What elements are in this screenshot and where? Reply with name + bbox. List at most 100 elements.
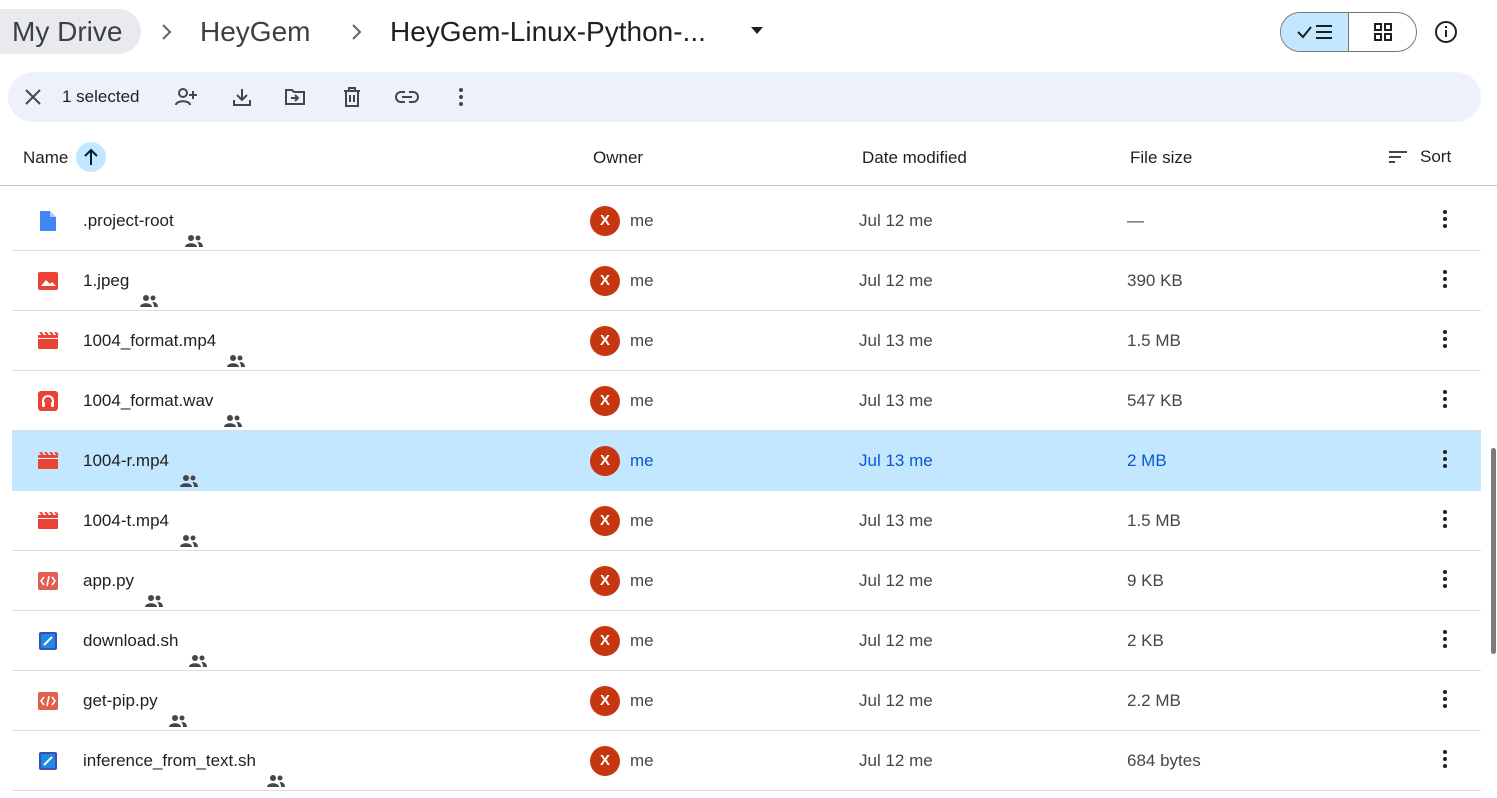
file-row[interactable]: inference_from_text.sh Xme Jul 12 me 684 by… (12, 731, 1481, 791)
file-row[interactable]: .project-root Xme Jul 12 me — (12, 191, 1481, 251)
file-row[interactable]: app.py Xme Jul 12 me 9 KB (12, 551, 1481, 611)
shared-icon (179, 453, 199, 487)
owner-avatar[interactable]: X (590, 566, 620, 596)
more-actions-button[interactable] (1433, 449, 1457, 473)
copy-link-button[interactable] (395, 85, 419, 109)
date-modified: Jul 12 me (859, 211, 933, 230)
sort-label: Sort (1420, 147, 1452, 166)
breadcrumb-heygem[interactable]: HeyGem (200, 9, 310, 54)
owner-avatar[interactable]: X (590, 446, 620, 476)
more-actions-button[interactable] (449, 85, 473, 109)
more-actions-button[interactable] (1433, 269, 1457, 293)
more-actions-button[interactable] (1433, 689, 1457, 713)
more-actions-button[interactable] (1433, 389, 1457, 413)
file-size: — (1127, 211, 1144, 230)
shared-icon (139, 273, 159, 307)
column-name[interactable]: Name (23, 130, 68, 186)
date-modified: Jul 12 me (859, 271, 933, 290)
move-button[interactable] (283, 85, 307, 109)
file-name: 1004-r.mp4 (83, 431, 199, 491)
video-icon (37, 450, 59, 472)
owner-avatar[interactable]: X (590, 266, 620, 296)
file-size: 1.5 MB (1127, 511, 1181, 530)
more-actions-button[interactable] (1433, 569, 1457, 593)
owner-avatar[interactable]: X (590, 686, 620, 716)
shared-icon (226, 333, 246, 367)
date-modified: Jul 13 me (859, 391, 933, 410)
dropdown-caret-icon[interactable] (751, 27, 763, 34)
column-header: Name Owner Date modified File size (0, 130, 1497, 186)
video-icon (37, 510, 59, 532)
file-list: .project-root Xme Jul 12 me — 1.jpeg Xme Jul 1… (12, 191, 1481, 791)
owner-label: me (630, 331, 654, 350)
file-size: 2.2 MB (1127, 691, 1181, 710)
file-size: 1.5 MB (1127, 331, 1181, 350)
date-modified: Jul 12 me (859, 631, 933, 650)
move-to-folder-icon (285, 89, 305, 105)
owner-label: me (630, 391, 654, 410)
delete-button[interactable] (340, 85, 364, 109)
download-icon (233, 89, 251, 106)
owner-avatar[interactable]: X (590, 506, 620, 536)
more-vert-icon (1442, 689, 1448, 714)
date-modified: Jul 12 me (859, 751, 933, 770)
more-actions-button[interactable] (1433, 209, 1457, 233)
file-size: 684 bytes (1127, 751, 1201, 770)
more-actions-button[interactable] (1433, 629, 1457, 653)
file-row[interactable]: download.sh Xme Jul 12 me 2 KB (12, 611, 1481, 671)
date-modified: Jul 12 me (859, 571, 933, 590)
owner-label: me (630, 691, 654, 710)
breadcrumb-current-folder[interactable]: HeyGem-Linux-Python-... (390, 9, 706, 54)
script-icon (37, 750, 59, 772)
file-name-text: 1.jpeg (83, 271, 130, 290)
owner-avatar[interactable]: X (590, 626, 620, 656)
share-button[interactable] (174, 85, 198, 109)
shared-icon (179, 513, 199, 547)
file-name: 1004_format.mp4 (83, 311, 246, 371)
breadcrumb-my-drive[interactable]: My Drive (0, 9, 142, 54)
file-row[interactable]: 1004-r.mp4 Xme Jul 13 me 2 MB (12, 431, 1481, 491)
file-row[interactable]: 1004_format.mp4 Xme Jul 13 me 1.5 MB (12, 311, 1481, 371)
list-view-button[interactable] (1281, 13, 1349, 51)
checked-list-icon (1296, 25, 1332, 39)
date-modified: Jul 13 me (859, 331, 933, 350)
sort-direction-button[interactable] (76, 142, 106, 172)
file-name-text: download.sh (83, 631, 179, 650)
file-row[interactable]: get-pip.py Xme Jul 12 me 2.2 MB (12, 671, 1481, 731)
shared-icon (266, 753, 286, 787)
more-vert-icon (1442, 569, 1448, 594)
file-row[interactable]: 1004-t.mp4 Xme Jul 13 me 1.5 MB (12, 491, 1481, 551)
file-name-text: 1004-t.mp4 (83, 511, 169, 530)
owner-label: me (630, 571, 654, 590)
download-button[interactable] (230, 85, 254, 109)
column-date-modified[interactable]: Date modified (862, 130, 967, 186)
shared-icon (188, 633, 208, 667)
owner-label: me (630, 271, 654, 290)
owner-label: me (630, 751, 654, 770)
owner-label: me (630, 511, 654, 530)
scrollbar[interactable] (1491, 448, 1496, 654)
details-button[interactable] (1432, 18, 1460, 46)
clear-selection-button[interactable] (21, 85, 45, 109)
column-owner[interactable]: Owner (593, 130, 643, 186)
image-icon (37, 270, 59, 292)
file-row[interactable]: 1004_format.wav Xme Jul 13 me 547 KB (12, 371, 1481, 431)
more-actions-button[interactable] (1433, 329, 1457, 353)
add-person-icon (175, 88, 197, 106)
close-icon (25, 89, 41, 105)
owner-avatar[interactable]: X (590, 206, 620, 236)
more-actions-button[interactable] (1433, 749, 1457, 773)
owner-avatar[interactable]: X (590, 386, 620, 416)
grid-view-button[interactable] (1349, 13, 1416, 51)
sort-button[interactable]: Sort (1388, 146, 1451, 168)
owner-avatar[interactable]: X (590, 326, 620, 356)
more-actions-button[interactable] (1433, 509, 1457, 533)
file-size: 547 KB (1127, 391, 1183, 410)
file-name: download.sh (83, 611, 208, 671)
owner-avatar[interactable]: X (590, 746, 620, 776)
more-vert-icon (1442, 449, 1448, 474)
file-name-text: 1004_format.wav (83, 391, 214, 410)
file-row[interactable]: 1.jpeg Xme Jul 12 me 390 KB (12, 251, 1481, 311)
shared-icon (144, 573, 164, 607)
column-file-size[interactable]: File size (1130, 130, 1192, 186)
